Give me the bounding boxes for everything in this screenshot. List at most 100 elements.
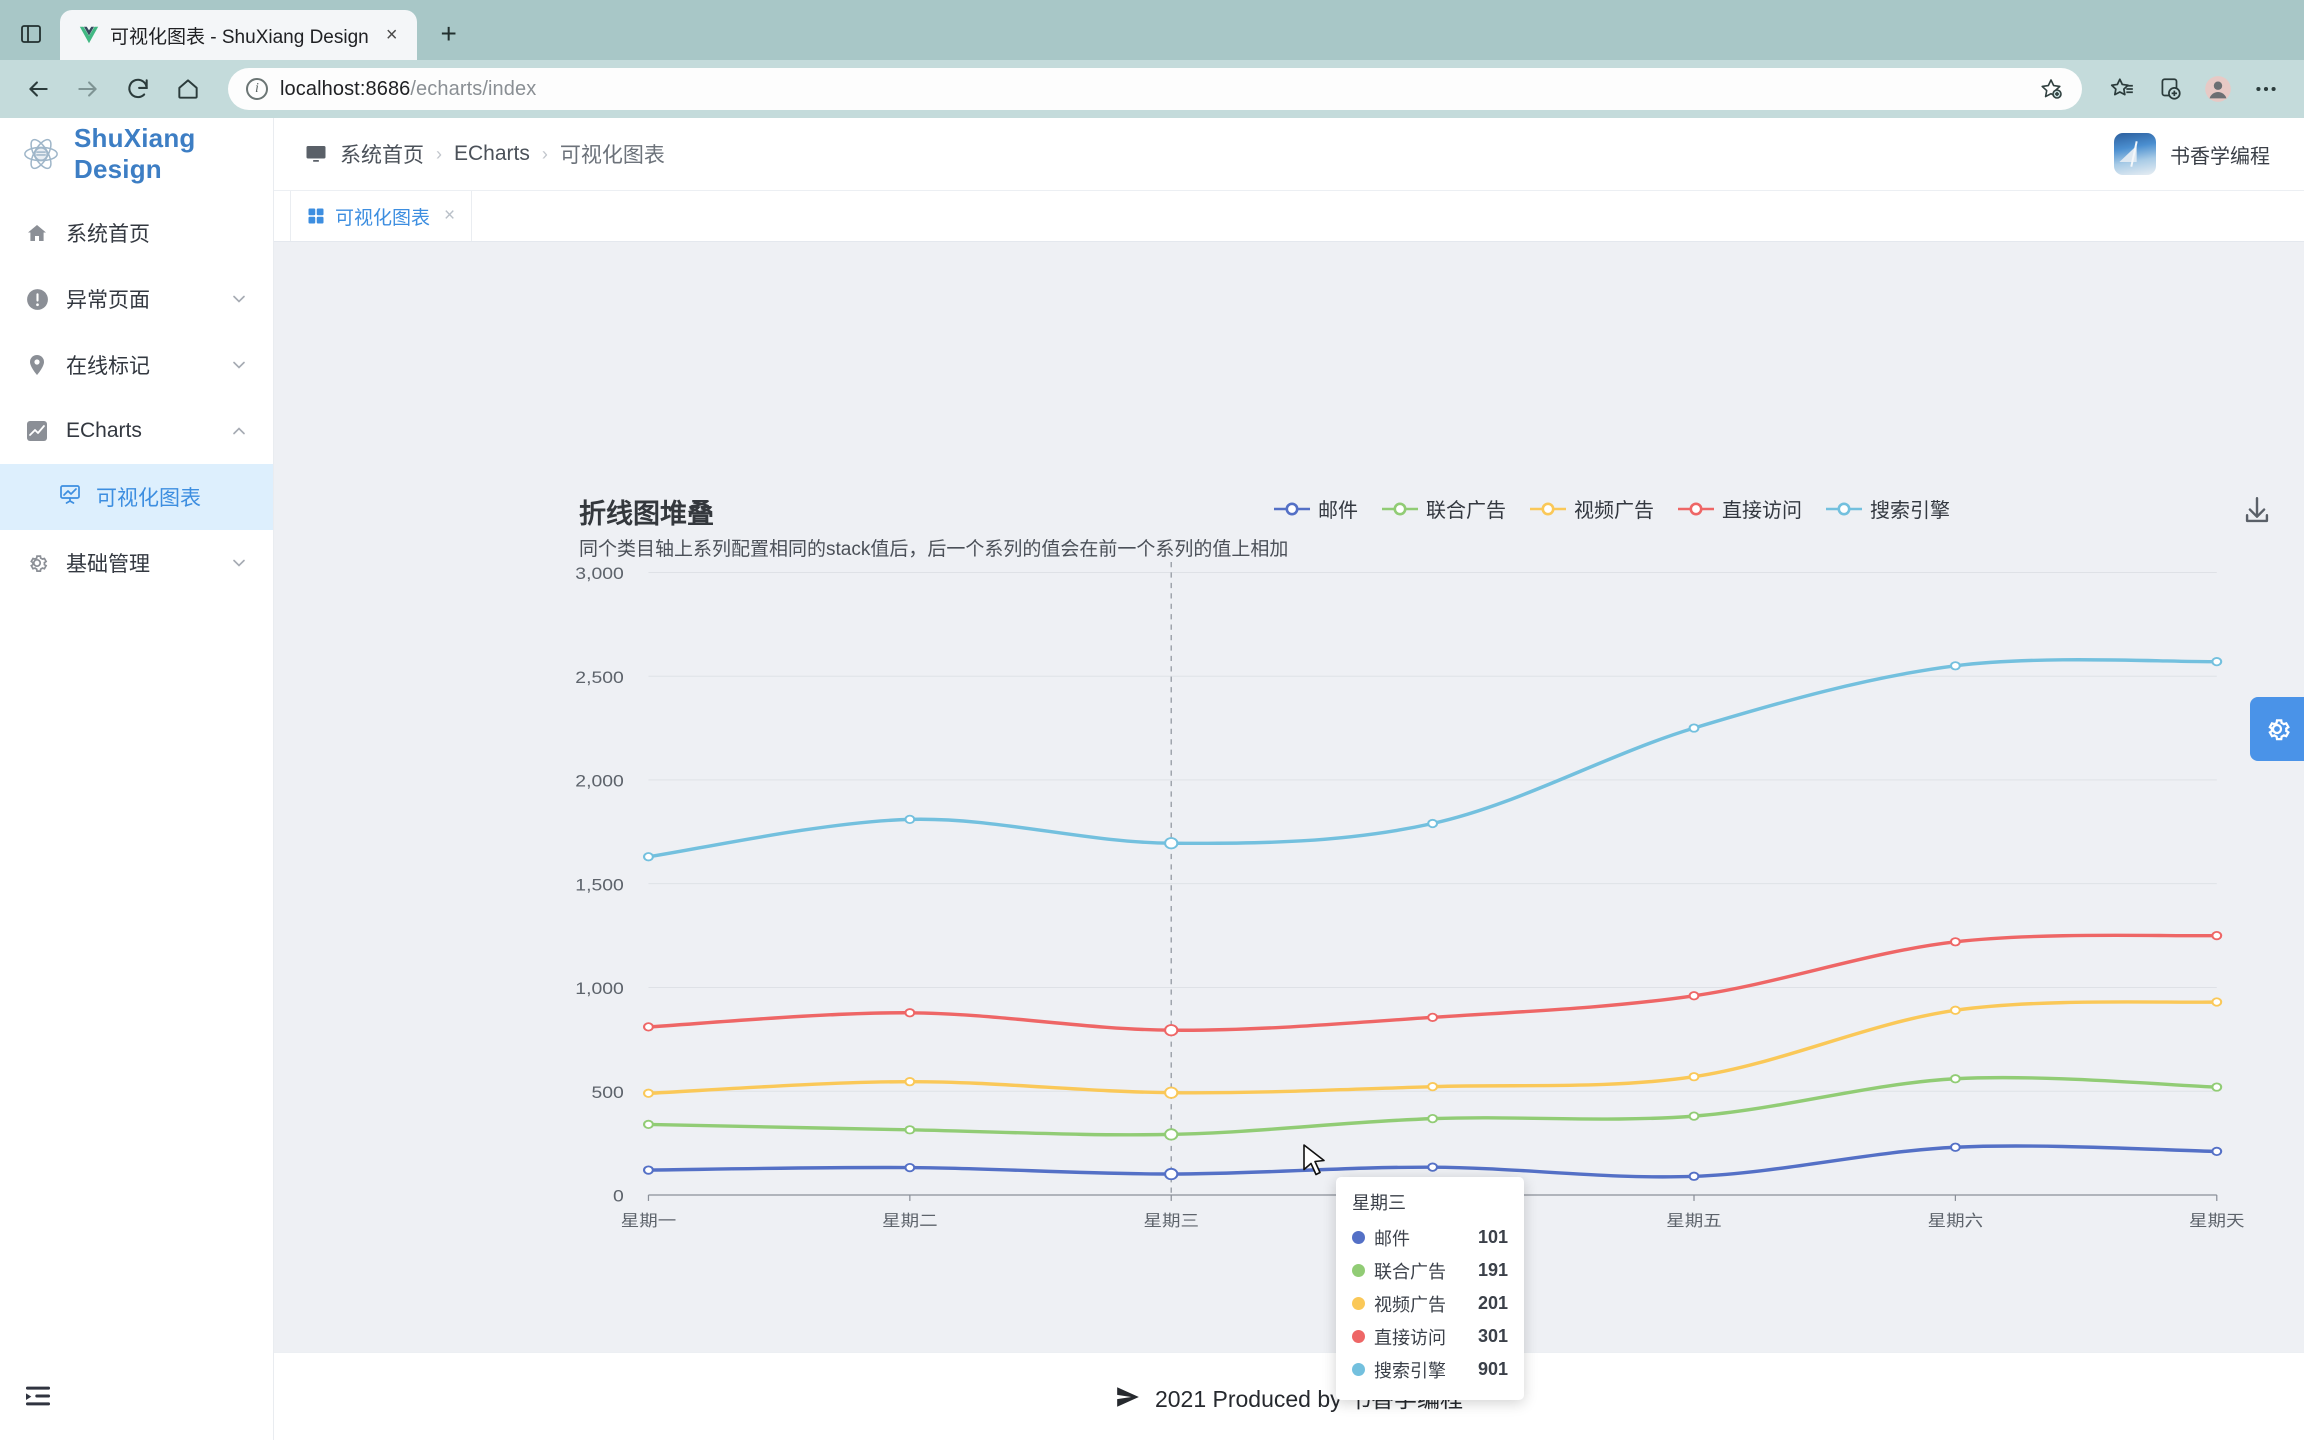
tooltip-row: 搜索引擎 901 (1352, 1353, 1508, 1386)
tooltip-series-name: 直接访问 (1374, 1327, 1446, 1348)
page-tab-label: 可视化图表 (335, 207, 431, 229)
tab-search-button[interactable] (8, 11, 54, 57)
atom-logo-icon (22, 135, 60, 173)
favorites-icon[interactable] (2100, 67, 2144, 111)
sidebar-item-visual-charts[interactable]: 可视化图表 (0, 464, 273, 530)
sidebar-collapse-icon[interactable] (22, 1380, 56, 1414)
data-point (1949, 1005, 1961, 1015)
home-icon[interactable] (166, 67, 210, 111)
sidebar-item-error-pages[interactable]: 异常页面 (0, 266, 273, 332)
sidebar-item-label: 异常页面 (66, 289, 150, 312)
mouse-cursor (1302, 1144, 1328, 1178)
breadcrumb-item-home[interactable]: 系统首页 (340, 139, 424, 169)
sidebar-item-label: 系统首页 (66, 223, 150, 246)
legend-item-direct[interactable]: 直接访问 (1678, 494, 1802, 523)
data-point (904, 1125, 916, 1135)
sidebar: ShuXiang Design 系统首页 异常页面 在线标记 ECharts 可… (0, 118, 274, 1440)
address-bar-url: localhost:8686/echarts/index (280, 78, 2022, 101)
x-axis-tick-label: 星期三 (1143, 1212, 1198, 1230)
new-tab-button[interactable]: + (427, 12, 471, 56)
y-axis-tick-label: 1,000 (575, 980, 624, 998)
data-point (904, 814, 916, 824)
home-icon (24, 220, 50, 246)
brand-name: ShuXiang Design (74, 123, 196, 184)
settings-panel-button[interactable] (2250, 697, 2304, 761)
top-bar: 系统首页 › ECharts › 可视化图表 书香学编程 (274, 118, 2304, 190)
data-point (1688, 1072, 1700, 1082)
address-bar[interactable]: i localhost:8686/echarts/index (228, 68, 2082, 110)
data-point (904, 1077, 916, 1087)
tab-visual-charts[interactable]: 可视化图表 × (290, 191, 473, 241)
tooltip-series-value: 191 (1477, 1260, 1508, 1280)
chart-card: 折线图堆叠 同个类目轴上系列配置相同的stack值后，后一个系列的值会在前一个系… (274, 242, 2304, 1400)
breadcrumb-separator: › (541, 143, 548, 164)
breadcrumb-item-echarts[interactable]: ECharts (454, 142, 530, 166)
vue-logo-icon (78, 24, 100, 46)
x-axis-tick-label: 星期六 (1928, 1212, 1983, 1230)
browser-toolbar: i localhost:8686/echarts/index (0, 60, 2304, 118)
back-arrow-icon[interactable] (16, 67, 60, 111)
y-axis-tick-label: 2,000 (575, 772, 624, 790)
legend-item-search-engine[interactable]: 搜索引擎 (1826, 494, 1950, 523)
data-point (2211, 1146, 2223, 1157)
data-point (1949, 661, 1961, 671)
location-pin-icon (24, 352, 50, 378)
site-info-icon[interactable]: i (246, 78, 268, 100)
url-host: localhost:8686 (280, 77, 411, 100)
tab-close-icon[interactable]: × (379, 22, 405, 48)
tooltip-series-value: 201 (1477, 1293, 1508, 1313)
tooltip-row: 直接访问 301 (1352, 1320, 1508, 1353)
browser-tab[interactable]: 可视化图表 - ShuXiang Design × (60, 10, 417, 60)
exclamation-circle-icon (24, 286, 50, 312)
legend-label: 联合广告 (1426, 500, 1506, 522)
data-point (1949, 937, 1961, 947)
legend-marker (1678, 500, 1714, 518)
collections-icon[interactable] (2148, 67, 2192, 111)
sidebar-item-basic-management[interactable]: 基础管理 (0, 530, 273, 596)
more-options-icon[interactable] (2244, 67, 2288, 111)
x-axis-tick-label: 星期二 (882, 1212, 937, 1230)
forward-arrow-icon[interactable] (66, 67, 110, 111)
browser-tab-strip: 可视化图表 - ShuXiang Design × + (0, 0, 2304, 60)
url-path: /echarts/index (410, 77, 537, 100)
breadcrumb-item-current: 可视化图表 (559, 144, 665, 167)
close-icon[interactable]: × (444, 205, 455, 227)
data-point (2211, 930, 2223, 941)
chevron-down-icon (229, 355, 249, 375)
data-point (2211, 997, 2223, 1007)
profile-icon[interactable] (2196, 67, 2240, 111)
sidebar-item-label: 可视化图表 (96, 487, 201, 510)
legend-item-email[interactable]: 邮件 (1274, 494, 1358, 523)
legend-item-video-ads[interactable]: 视频广告 (1530, 494, 1654, 523)
download-icon[interactable] (2240, 494, 2274, 528)
tooltip-series-value: 901 (1477, 1359, 1508, 1379)
data-point (2211, 1082, 2223, 1092)
reload-icon[interactable] (116, 67, 160, 111)
data-point (1688, 1171, 1700, 1181)
chart-legend: 邮件 联合广告 视频广告 直接访问 搜索引擎 (1274, 494, 1950, 523)
user-menu[interactable]: 书香学编程 (2114, 133, 2278, 175)
legend-label: 邮件 (1318, 500, 1358, 522)
grid-icon (307, 207, 325, 225)
sidebar-item-online-marker[interactable]: 在线标记 (0, 332, 273, 398)
sidebar-item-echarts[interactable]: ECharts (0, 398, 273, 464)
data-point (1164, 1086, 1179, 1099)
legend-marker (1274, 500, 1310, 518)
legend-item-union-ads[interactable]: 联合广告 (1382, 494, 1506, 523)
data-point (1164, 1128, 1179, 1141)
gear-icon (24, 550, 50, 576)
y-axis-tick-label: 3,000 (575, 565, 624, 583)
chart-tooltip: 星期三 邮件 101 联合广告 191 视频广告 201 直接访问 301 搜索… (1336, 1177, 1524, 1400)
chart-plot[interactable]: 0 500 1,000 1,500 2,000 2,500 3,000 星期一 星期二 星期三 星期… (274, 562, 2304, 1262)
data-point (1949, 1074, 1961, 1084)
brand[interactable]: ShuXiang Design (0, 118, 273, 190)
data-point (642, 1165, 654, 1175)
legend-label: 视频广告 (1574, 500, 1654, 522)
chevron-up-icon (229, 421, 249, 441)
sidebar-item-home[interactable]: 系统首页 (0, 200, 273, 266)
chart-title: 折线图堆叠 (579, 499, 714, 529)
bookmark-add-icon[interactable] (2034, 72, 2068, 106)
data-point (1427, 1082, 1439, 1092)
data-point (642, 1088, 654, 1098)
data-point (642, 1119, 654, 1130)
